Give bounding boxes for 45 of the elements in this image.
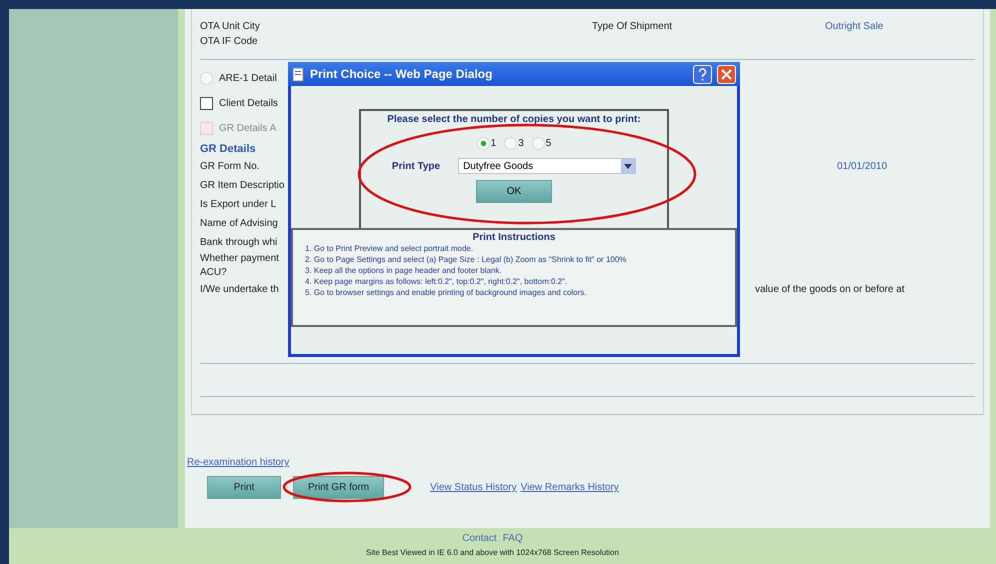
history-link[interactable]: Re-examination history	[187, 457, 990, 468]
ok-button[interactable]: OK	[476, 180, 552, 203]
field-label: I/We undertake th	[200, 284, 279, 295]
section-heading: GR Details	[200, 143, 256, 155]
instructions-title: Print Instructions	[472, 232, 556, 243]
dialog-title: Print Choice -- Web Page Dialog	[310, 67, 494, 81]
field-label: OTA IF Code	[200, 36, 259, 47]
option-label: Client Details	[219, 98, 278, 109]
field-text: value of the goods on or before at	[755, 284, 905, 295]
copies-prompt: Please select the number of copies you want to print:	[387, 114, 641, 125]
field-label: Name of Advising	[200, 218, 278, 229]
instruction-item: 1. Go to Print Preview and select portrait mode.	[304, 243, 474, 254]
field-label: GR Form No.	[200, 161, 260, 172]
field-label: GR Item Descriptio	[200, 180, 284, 191]
print-button[interactable]: Print GR form	[293, 476, 384, 499]
instruction-item: 2. Go to Page Settings and select (a) Page Size : Legal (b) Zoom as "Shrink to fit" or 100%	[304, 254, 628, 265]
print-type-select[interactable]: Dutyfree Goods	[458, 158, 636, 174]
radio-button[interactable]	[200, 72, 213, 85]
footer-note: Site Best Viewed in IE 6.0 and above with 1024x768 Screen Resolution	[366, 548, 619, 557]
history-link[interactable]: View Remarks History	[520, 482, 619, 493]
dropdown-icon	[621, 159, 636, 173]
field-value: 01/01/2010	[837, 161, 888, 172]
print-type-label: Print Type	[392, 160, 440, 172]
field-label: ACU?	[200, 266, 227, 280]
print-button[interactable]: Print	[207, 476, 281, 499]
field-label: Bank through whi	[200, 237, 278, 248]
instruction-item: 5. Go to browser settings and enable printing of background images and colors.	[304, 287, 588, 298]
option-label: ARE-1 Detail	[219, 73, 277, 84]
instruction-item: 4. Keep page margins as follows: left:0.2", top:0.2", right:0.2", bottom:0.2".	[304, 276, 568, 287]
option-label: GR Details A	[219, 123, 276, 134]
field-label: Type Of Shipment	[592, 21, 674, 32]
field-label: Whether payment	[200, 252, 279, 266]
footer-link[interactable]: Contact	[462, 533, 497, 544]
footer-link[interactable]: FAQ	[502, 533, 523, 544]
close-icon	[721, 68, 732, 80]
history-link[interactable]: View Status History	[430, 482, 517, 493]
question-mark-icon	[698, 68, 707, 80]
help-button[interactable]	[693, 64, 712, 84]
instruction-item: 3. Keep all the options in page header and footer blank.	[304, 265, 503, 276]
field-label: Is Export under L	[200, 199, 276, 210]
field-label: OTA Unit City	[200, 21, 261, 32]
checkbox[interactable]	[200, 97, 213, 110]
document-icon	[292, 66, 305, 82]
field-value: Outright Sale	[825, 21, 884, 32]
close-button[interactable]	[717, 64, 736, 84]
